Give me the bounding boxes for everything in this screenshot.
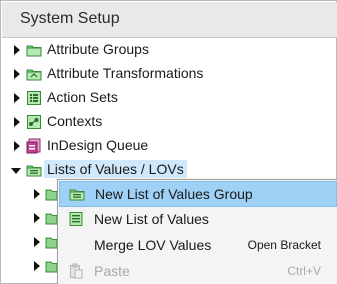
tree-item-label: Contexts (47, 113, 103, 129)
expand-icon[interactable] (12, 93, 22, 103)
panel-title: System Setup (20, 10, 120, 27)
menu-item-shortcut: Open Bracket (247, 238, 321, 252)
expand-icon[interactable] (32, 189, 42, 199)
menu-item-merge-lov-values[interactable]: Merge LOV Values Open Bracket (59, 233, 337, 259)
menu-item-label: Merge LOV Values (94, 237, 212, 253)
menu-item-label: Paste (94, 263, 130, 279)
tree-item-action-sets[interactable]: Action Sets (1, 86, 337, 110)
expand-icon[interactable] (12, 69, 22, 79)
panel-header: System Setup (2, 2, 337, 38)
expand-icon[interactable] (32, 261, 42, 271)
tree-item-indesign-queue[interactable]: InDesign Queue (1, 134, 337, 158)
system-setup-panel: System Setup Attribute Groups Attribute … (0, 0, 337, 284)
menu-item-shortcut: Ctrl+V (287, 264, 321, 278)
tree-item-label: Action Sets (47, 89, 118, 105)
lov-folder-icon (26, 165, 42, 177)
tree-item-attribute-transformations[interactable]: Attribute Transformations (1, 62, 337, 86)
tree-item-contexts[interactable]: Contexts (1, 110, 337, 134)
menu-item-new-lov[interactable]: New List of Values (59, 207, 337, 233)
collapse-icon[interactable] (11, 166, 21, 176)
menu-item-paste[interactable]: Paste Ctrl+V (59, 259, 337, 284)
expand-icon[interactable] (32, 213, 42, 223)
menu-item-label: New List of Values Group (95, 186, 253, 202)
tree-child-item[interactable] (1, 182, 61, 206)
tree-child-item[interactable] (1, 254, 61, 278)
contexts-icon (27, 115, 41, 129)
folder-icon (45, 189, 57, 201)
tree-item-label: Attribute Groups (47, 41, 149, 57)
folder-icon (45, 237, 57, 249)
paste-icon (70, 263, 83, 279)
new-lov-group-icon (69, 189, 85, 201)
menu-item-label: New List of Values (94, 211, 209, 227)
folder-icon (45, 213, 57, 225)
expand-icon[interactable] (32, 237, 42, 247)
tree-item-label: Lists of Values / LOVs (44, 160, 187, 178)
action-sets-icon (27, 91, 41, 105)
menu-item-new-lov-group[interactable]: New List of Values Group (59, 181, 337, 207)
tree-item-attribute-groups[interactable]: Attribute Groups (1, 38, 337, 62)
folder-icon (26, 45, 42, 57)
expand-icon[interactable] (12, 45, 22, 55)
expand-icon[interactable] (12, 141, 22, 151)
tree-item-label: InDesign Queue (47, 137, 149, 153)
folder-icon (45, 261, 57, 273)
transform-folder-icon (26, 69, 42, 81)
tree-child-item[interactable] (1, 206, 61, 230)
indesign-queue-icon (26, 138, 41, 154)
tree-item-label: Attribute Transformations (47, 65, 204, 81)
tree-child-item[interactable] (1, 230, 61, 254)
new-lov-icon (69, 212, 83, 226)
context-menu: New List of Values Group New List of Val… (57, 179, 337, 284)
expand-icon[interactable] (12, 117, 22, 127)
